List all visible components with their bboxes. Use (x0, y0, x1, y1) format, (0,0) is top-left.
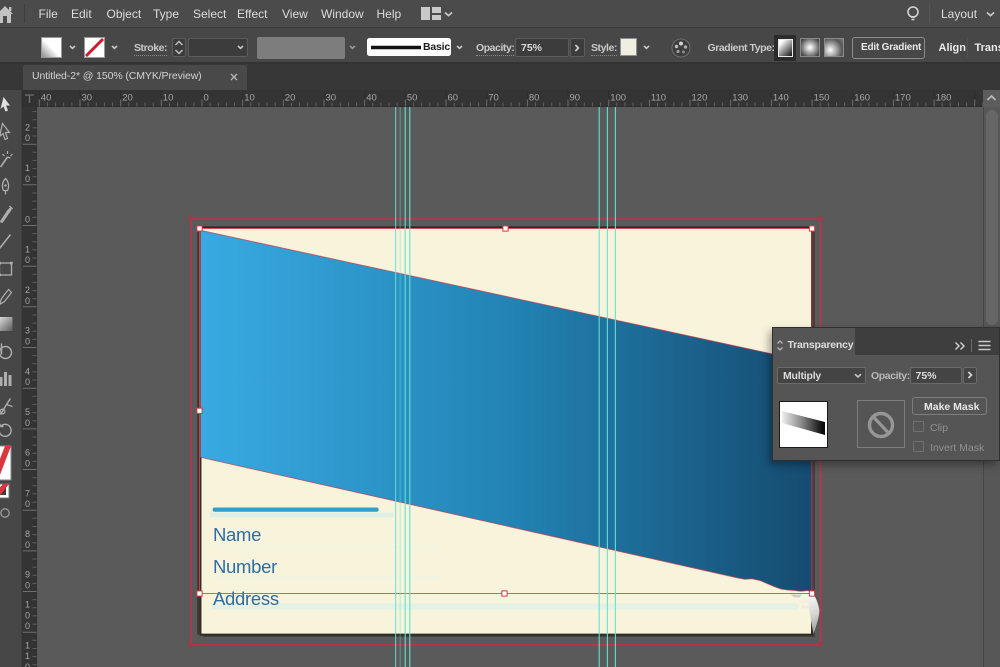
svg-text:0: 0 (25, 581, 30, 591)
svg-text:8: 8 (25, 529, 30, 539)
svg-text:2: 2 (25, 122, 30, 132)
svg-text:0: 0 (25, 337, 30, 347)
svg-text:70: 70 (488, 93, 499, 104)
svg-text:9: 9 (25, 570, 30, 580)
svg-text:160: 160 (854, 93, 870, 104)
svg-text:2: 2 (25, 285, 30, 295)
svg-text:Address: Address (213, 588, 279, 609)
svg-text:30: 30 (82, 93, 93, 104)
svg-text:120: 120 (692, 93, 708, 104)
svg-text:20: 20 (122, 93, 133, 104)
svg-text:0: 0 (25, 662, 30, 667)
svg-text:0: 0 (25, 499, 30, 509)
svg-text:0: 0 (25, 133, 30, 143)
svg-text:170: 170 (895, 93, 911, 104)
svg-text:0: 0 (25, 377, 30, 387)
svg-text:150: 150 (814, 93, 830, 104)
svg-text:130: 130 (732, 93, 748, 104)
svg-text:10: 10 (163, 93, 174, 104)
svg-text:1: 1 (25, 600, 30, 610)
svg-text:0: 0 (25, 255, 30, 265)
svg-text:0: 0 (25, 540, 30, 550)
svg-text:140: 140 (773, 93, 789, 104)
svg-text:110: 110 (651, 93, 666, 104)
svg-text:0: 0 (25, 215, 30, 225)
svg-text:1: 1 (25, 163, 30, 173)
svg-text:1: 1 (25, 651, 30, 661)
svg-text:40: 40 (366, 93, 377, 104)
svg-text:100: 100 (610, 93, 626, 104)
svg-text:1: 1 (25, 640, 30, 650)
svg-text:0: 0 (25, 174, 30, 184)
svg-text:4: 4 (25, 366, 30, 376)
svg-text:90: 90 (570, 93, 581, 104)
svg-text:5: 5 (25, 407, 30, 417)
svg-text:20: 20 (285, 93, 296, 104)
svg-text:40: 40 (41, 93, 52, 104)
svg-text:7: 7 (25, 488, 30, 498)
svg-text:0: 0 (25, 418, 30, 428)
svg-text:3: 3 (25, 326, 30, 336)
svg-text:0: 0 (25, 621, 30, 631)
svg-text:10: 10 (244, 93, 255, 104)
svg-text:Name: Name (213, 524, 261, 545)
svg-text:80: 80 (529, 93, 540, 104)
svg-text:0: 0 (25, 296, 30, 306)
svg-text:Number: Number (213, 556, 277, 577)
svg-text:60: 60 (448, 93, 459, 104)
svg-text:1: 1 (25, 244, 30, 254)
svg-text:180: 180 (936, 93, 952, 104)
svg-text:50: 50 (407, 93, 418, 104)
svg-text:30: 30 (326, 93, 337, 104)
svg-text:0: 0 (25, 610, 30, 620)
svg-text:0: 0 (25, 459, 30, 469)
svg-text:6: 6 (25, 448, 30, 458)
svg-text:0: 0 (204, 93, 209, 104)
